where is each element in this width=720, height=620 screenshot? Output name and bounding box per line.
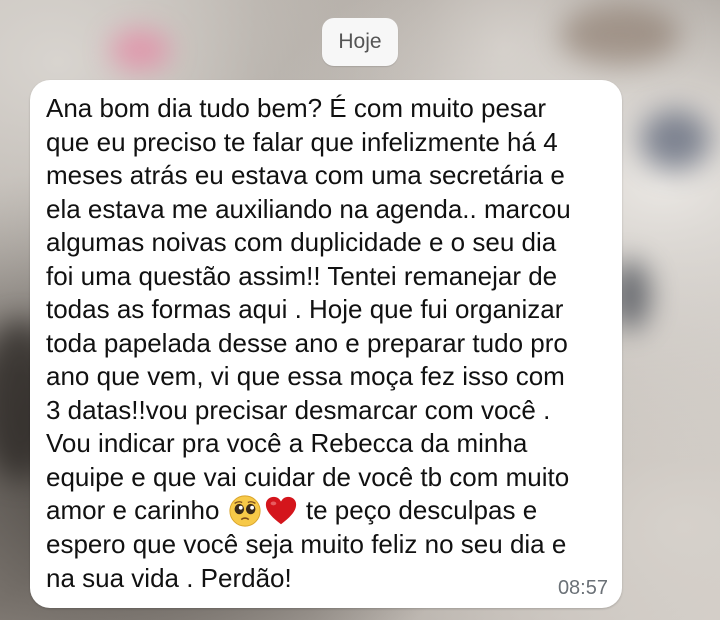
red-heart-emoji-icon bbox=[265, 496, 296, 525]
background-blur bbox=[640, 110, 710, 170]
message-timestamp: 08:57 bbox=[557, 577, 608, 599]
message-text-part1: Ana bom dia tudo bem? É com muito pesar … bbox=[46, 93, 571, 525]
background-blur bbox=[560, 5, 680, 65]
date-separator-chip: Hoje bbox=[322, 18, 398, 66]
pleading-face-emoji-icon bbox=[229, 495, 261, 527]
date-separator-label: Hoje bbox=[338, 30, 382, 53]
background-blur bbox=[110, 30, 170, 70]
message-bubble[interactable]: Ana bom dia tudo bem? É com muito pesar … bbox=[30, 80, 622, 608]
message-text: Ana bom dia tudo bem? É com muito pesar … bbox=[46, 92, 604, 595]
